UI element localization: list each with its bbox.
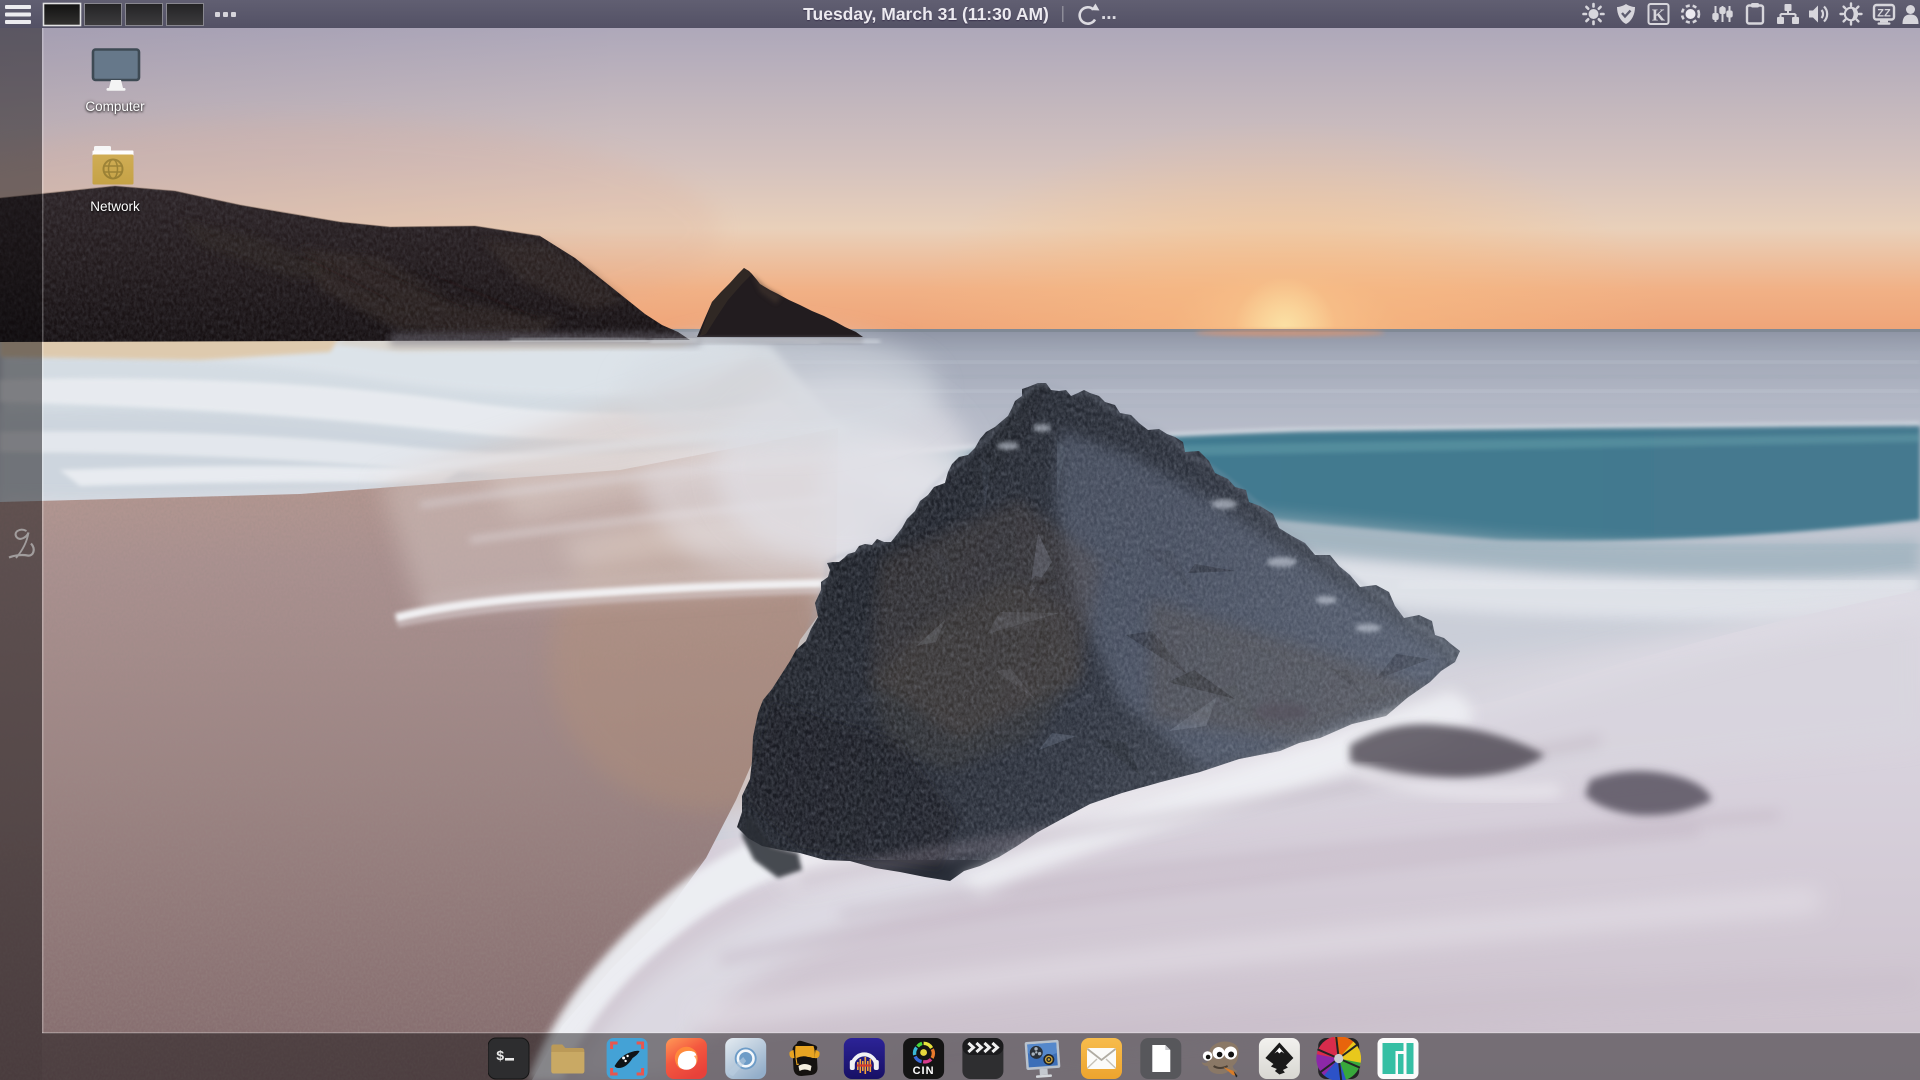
- svg-text:...: ...: [1101, 3, 1117, 24]
- svg-text:CIN: CIN: [913, 1065, 935, 1077]
- svg-text:$: $: [496, 1049, 504, 1065]
- svg-text:K: K: [1652, 6, 1666, 25]
- svg-text:ZZ: ZZ: [1877, 8, 1891, 20]
